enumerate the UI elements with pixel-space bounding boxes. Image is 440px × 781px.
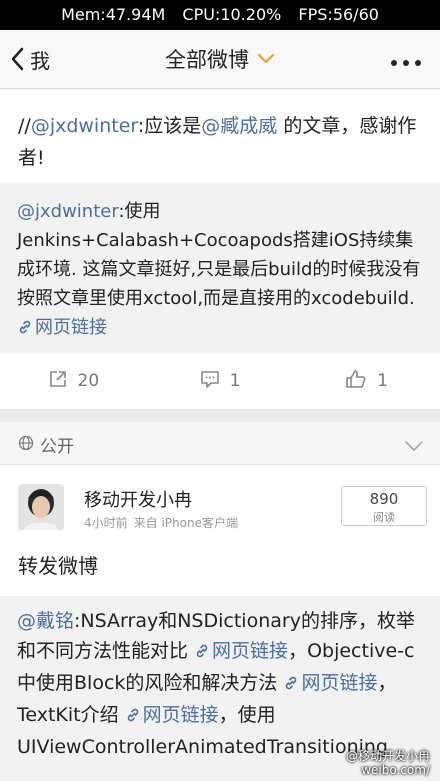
post-text-part: :应该是 bbox=[137, 115, 202, 137]
page-title: 全部微博 bbox=[165, 48, 249, 72]
visibility-label: 公开 bbox=[40, 437, 74, 457]
avatar[interactable] bbox=[18, 484, 64, 530]
web-link-label: 网页链接 bbox=[212, 640, 289, 662]
post-meta: 4小时前 来自 iPhone客户端 bbox=[84, 514, 244, 531]
read-count: 890 bbox=[369, 490, 399, 508]
web-link[interactable]: 网页链接 bbox=[125, 704, 219, 726]
visibility-row: 公开 bbox=[0, 422, 440, 465]
repost-button[interactable]: 20 bbox=[0, 353, 147, 409]
web-link[interactable]: 网页链接 bbox=[283, 672, 377, 694]
forwarded-post[interactable]: @jxdwinter:使用Jenkins+Calabash+Cocoapods搭… bbox=[0, 183, 440, 353]
watermark: @移动开发小冉 weibo.com/ bbox=[345, 749, 430, 777]
post-text: 转发微博 bbox=[18, 554, 98, 578]
like-count: 1 bbox=[377, 371, 389, 391]
fps-readout: FPS:56/60 bbox=[298, 5, 379, 24]
post-source: 来自 iPhone客户端 bbox=[133, 516, 238, 530]
forwarded-post-text: @jxdwinter:使用Jenkins+Calabash+Cocoapods搭… bbox=[17, 197, 427, 344]
comment-icon bbox=[200, 369, 230, 394]
username[interactable]: 移动开发小冉 bbox=[84, 486, 192, 512]
web-link-label: 网页链接 bbox=[35, 317, 107, 338]
read-label: 阅读 bbox=[373, 511, 395, 524]
cpu-readout: CPU:10.20% bbox=[182, 5, 282, 24]
read-count-badge: 890 阅读 bbox=[341, 486, 427, 526]
web-link[interactable]: 网页链接 bbox=[194, 640, 288, 662]
repost-icon bbox=[48, 369, 78, 394]
forwarded-post[interactable]: @戴铭:NSArray和NSDictionary的排序，枚举和不同方法性能对比 … bbox=[0, 596, 440, 781]
thumbs-up-icon bbox=[345, 369, 377, 394]
post-text: //@jxdwinter:应该是@臧成威 的文章，感谢作者! bbox=[18, 110, 422, 174]
feed-separator bbox=[0, 410, 440, 422]
chevron-down-icon bbox=[249, 50, 275, 69]
forwarded-post-text: @戴铭:NSArray和NSDictionary的排序，枚举和不同方法性能对比 … bbox=[17, 606, 432, 762]
navigation-bar: 我 全部微博 bbox=[0, 30, 440, 89]
comment-count: 1 bbox=[229, 371, 241, 391]
link-icon bbox=[283, 670, 299, 700]
mention-link[interactable]: @臧成威 bbox=[201, 115, 277, 137]
link-icon bbox=[194, 638, 210, 668]
comment-button[interactable]: 1 bbox=[147, 353, 294, 409]
like-button[interactable]: 1 bbox=[293, 353, 440, 409]
more-icon bbox=[390, 52, 422, 71]
chevron-down-icon[interactable] bbox=[404, 437, 424, 456]
post-header: 移动开发小冉 4小时前 来自 iPhone客户端 890 阅读 bbox=[0, 474, 440, 538]
post-prefix: // bbox=[18, 115, 31, 137]
more-options-button[interactable] bbox=[390, 52, 422, 71]
mention-link[interactable]: @戴铭 bbox=[17, 610, 74, 632]
repost-count: 20 bbox=[77, 371, 100, 391]
post-time: 4小时前 bbox=[84, 516, 128, 530]
memory-readout: Mem:47.94M bbox=[61, 5, 166, 24]
web-link[interactable]: 网页链接 bbox=[17, 317, 107, 338]
mention-link[interactable]: @jxdwinter bbox=[31, 115, 138, 137]
mention-link[interactable]: @jxdwinter bbox=[17, 201, 118, 222]
action-bar: 20 1 1 bbox=[0, 353, 440, 410]
feed-filter-dropdown[interactable]: 全部微博 bbox=[0, 42, 440, 76]
link-icon bbox=[125, 702, 141, 732]
web-link-label: 网页链接 bbox=[301, 672, 378, 694]
status-bar: Mem:47.94M CPU:10.20% FPS:56/60 bbox=[0, 0, 440, 30]
link-icon bbox=[17, 315, 33, 344]
web-link-label: 网页链接 bbox=[142, 704, 219, 726]
globe-icon bbox=[18, 435, 34, 455]
